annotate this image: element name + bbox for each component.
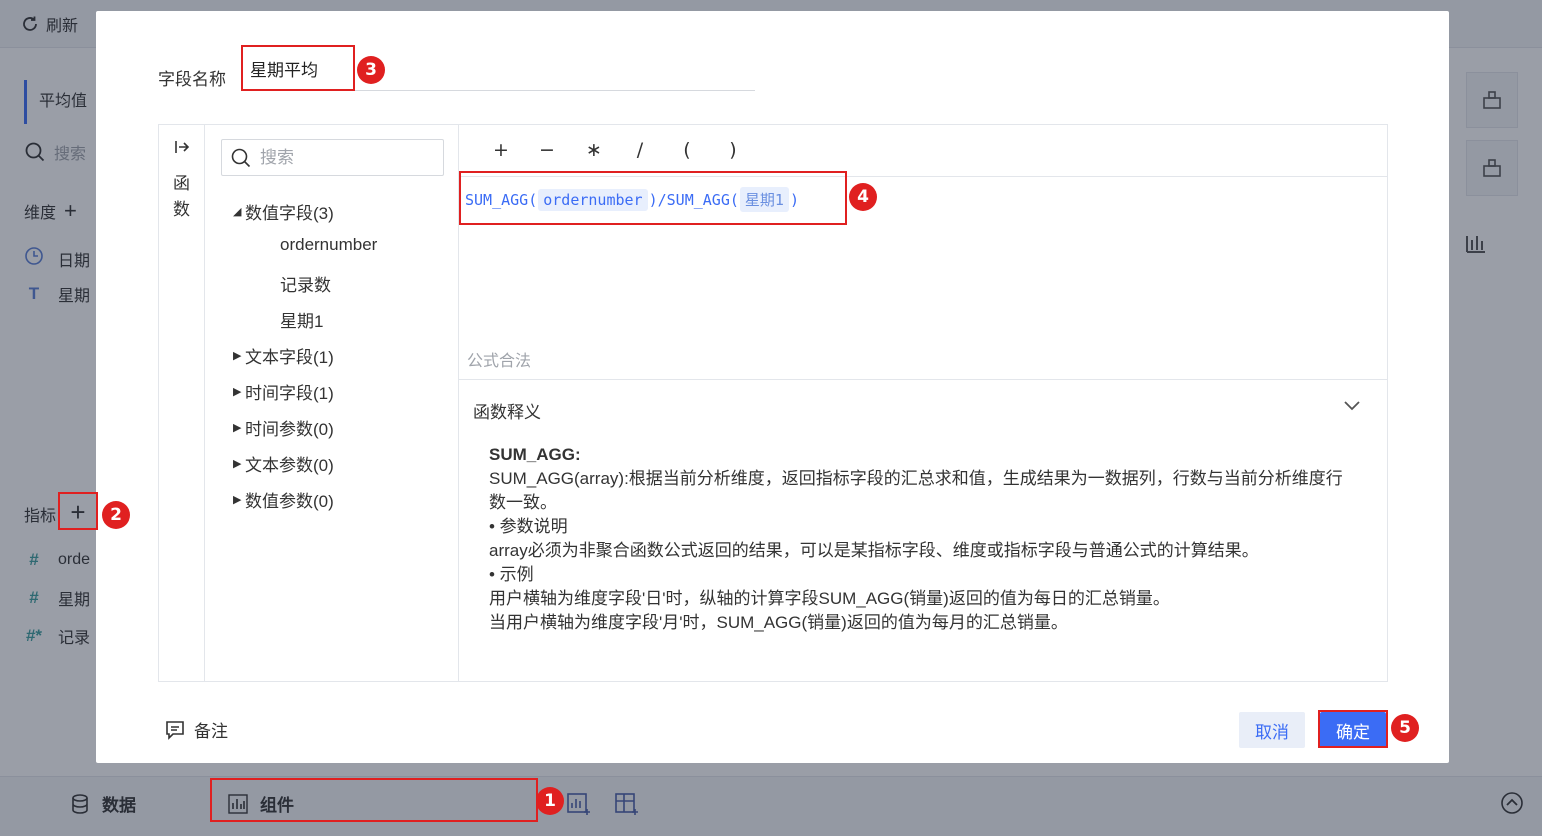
explain-param-head: • 参数说明 [489, 517, 568, 536]
caret-down-icon: ◢ [233, 206, 242, 218]
highlight-component-tab [210, 778, 538, 822]
search-icon [231, 148, 251, 167]
note-button[interactable]: 备注 [164, 717, 228, 742]
operator-plus[interactable]: + [489, 139, 513, 161]
field-search[interactable] [221, 139, 444, 176]
chevron-down-icon[interactable] [1341, 394, 1363, 421]
highlight-add-measure [58, 492, 98, 530]
tree-field-ordernumber[interactable]: ordernumber [280, 235, 377, 255]
tree-field-record-count[interactable]: 记录数 [280, 271, 331, 296]
operator-divide[interactable]: / [628, 139, 652, 161]
function-panel-toggle[interactable]: 函数 [159, 125, 205, 681]
explain-line1: SUM_AGG(array):根据当前分析维度，返回指标字段的汇总求和值，生成结… [489, 469, 1343, 512]
tree-field-week1[interactable]: 星期1 [280, 307, 323, 332]
tree-group-text-fields[interactable]: ▶ 文本字段(1) [233, 343, 334, 368]
caret-right-icon: ▶ [233, 494, 242, 506]
explain-example-head: • 示例 [489, 565, 534, 584]
function-explain-header[interactable]: 函数释义 [459, 379, 1387, 435]
operator-close-paren[interactable]: ) [721, 139, 745, 161]
explain-example1: 用户横轴为维度字段'日'时，纵轴的计算字段SUM_AGG(销量)返回的值为每日的… [489, 589, 1170, 608]
caret-right-icon: ▶ [233, 422, 242, 434]
operator-open-paren[interactable]: ( [675, 139, 699, 161]
operator-minus[interactable]: − [535, 139, 559, 161]
function-tab-label: 函数 [173, 174, 190, 219]
tree-group-text-params[interactable]: ▶ 文本参数(0) [233, 451, 334, 476]
step-badge-1: 1 [536, 787, 564, 815]
formula-status: 公式合法 [467, 353, 532, 370]
tree-group-number-params[interactable]: ▶ 数值参数(0) [233, 487, 334, 512]
function-explain-title: 函数释义 [473, 403, 541, 422]
tree-group-time-params[interactable]: ▶ 时间参数(0) [233, 415, 334, 440]
step-badge-5: 5 [1391, 714, 1419, 742]
step-badge-2: 2 [102, 501, 130, 529]
operator-multiply[interactable]: ∗ [582, 139, 606, 161]
caret-right-icon: ▶ [233, 386, 242, 398]
highlight-formula [459, 171, 847, 225]
field-search-input[interactable] [260, 147, 430, 168]
highlight-field-name [241, 45, 355, 91]
caret-right-icon: ▶ [233, 458, 242, 470]
tree-group-number-fields[interactable]: ◢ 数值字段(3) [233, 199, 334, 224]
step-badge-3: 3 [357, 56, 385, 84]
field-tree-panel: ◢ 数值字段(3) ordernumber 记录数 星期1 ▶ 文本字段(1) … [205, 125, 459, 681]
explain-fn-name: SUM_AGG: [489, 445, 581, 464]
comment-icon [166, 720, 184, 740]
function-explain-body: SUM_AGG: SUM_AGG(array):根据当前分析维度，返回指标字段的… [489, 443, 1359, 635]
field-name-label: 字段名称 [158, 70, 226, 89]
cancel-button[interactable]: 取消 [1239, 712, 1305, 748]
explain-param-text: array必须为非聚合函数公式返回的结果，可以是某指标字段、维度或指标字段与普通… [489, 541, 1259, 560]
caret-right-icon: ▶ [233, 350, 242, 362]
tree-group-time-fields[interactable]: ▶ 时间字段(1) [233, 379, 334, 404]
highlight-ok-button [1318, 710, 1388, 748]
expand-right-icon[interactable] [174, 139, 190, 159]
calculated-field-dialog: 字段名称 函数 ◢ 数值字段(3) ordernumber 记录数 [96, 11, 1449, 763]
operator-bar: + − ∗ / ( ) [459, 125, 1387, 177]
step-badge-4: 4 [849, 183, 877, 211]
explain-example2: 当用户横轴为维度字段'月'时，SUM_AGG(销量)返回的值为每月的汇总销量。 [489, 613, 1068, 632]
